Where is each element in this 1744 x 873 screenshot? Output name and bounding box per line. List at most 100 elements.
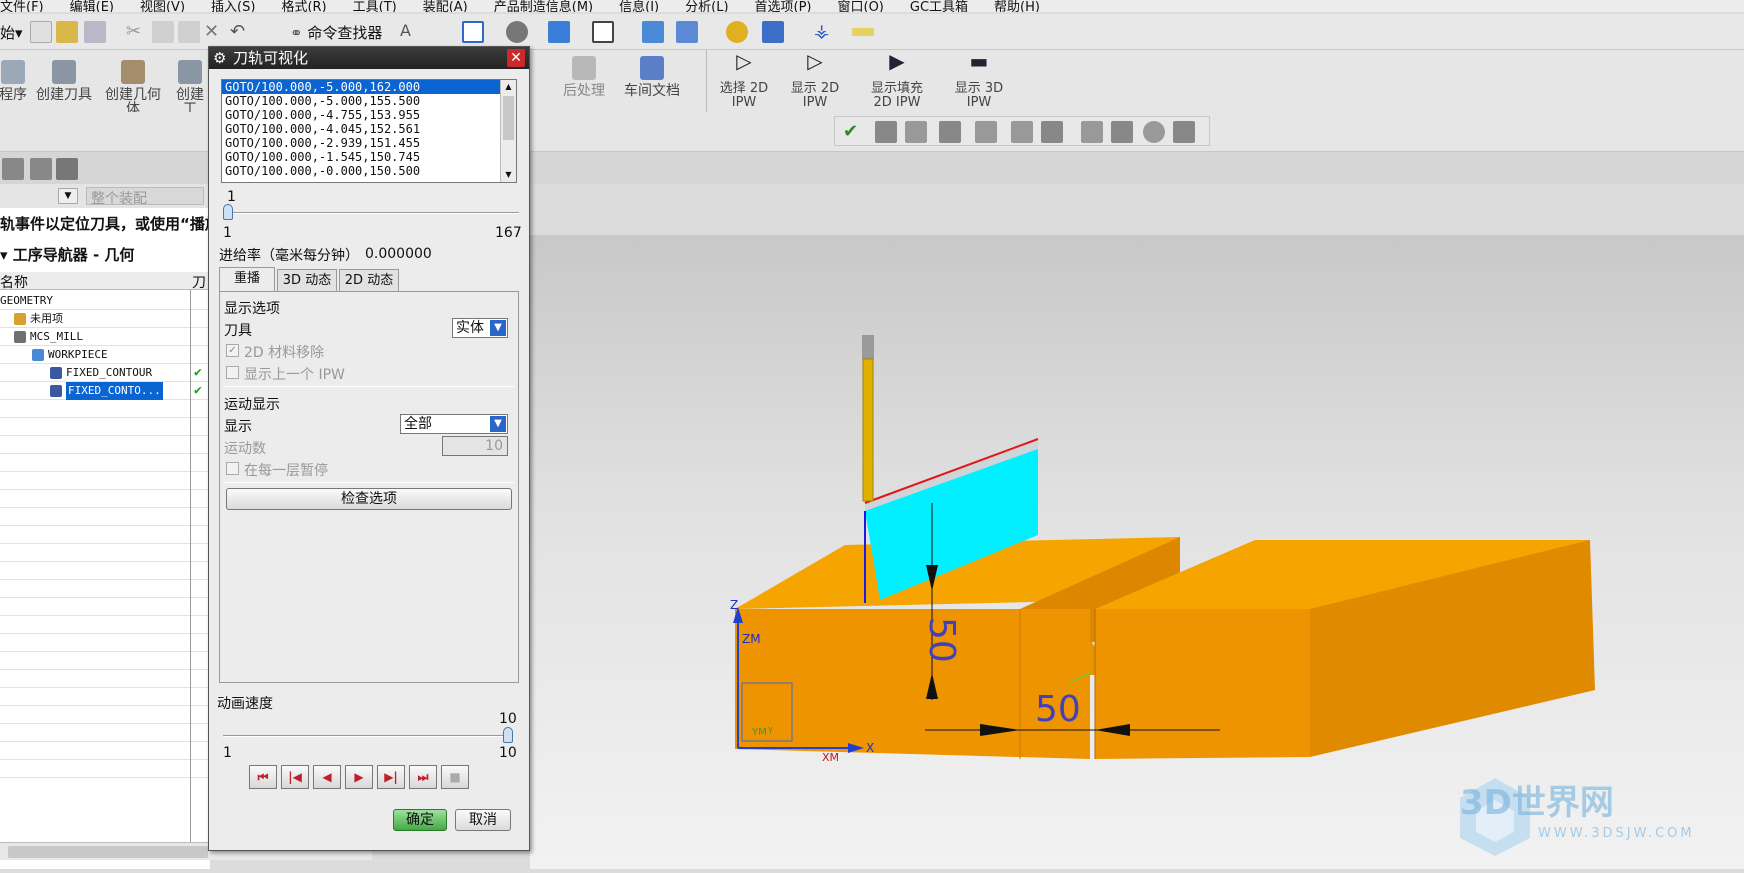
column-tool[interactable]: 刀 [192, 272, 206, 292]
motion-display-select[interactable]: 全部 ▼ [400, 414, 508, 434]
tree-row[interactable]: 未用项 [0, 310, 210, 328]
navigator-toggle-icon[interactable]: ▾ [0, 246, 13, 264]
pause-each-layer-checkbox[interactable] [226, 462, 239, 475]
command-finder-button[interactable]: ⚭ 命令查找器 [290, 22, 382, 43]
menu-item[interactable]: 产品制造信息(M) [494, 0, 593, 12]
chevron-down-icon[interactable]: ▼ [490, 416, 506, 432]
ribbon-create-op[interactable]: 创建工 [172, 60, 208, 116]
play-reverse-button[interactable]: ◀ [313, 765, 341, 789]
menu-item[interactable]: 窗口(O) [838, 0, 884, 12]
fast-forward-to-end-button[interactable]: ⏭ [409, 765, 437, 789]
tree-row[interactable] [0, 706, 210, 724]
goto-list-item[interactable]: GOTO/100.000,-5.000,155.500 [222, 94, 500, 108]
cut-icon[interactable]: ✂ [126, 21, 148, 43]
snap-icon[interactable] [762, 21, 784, 43]
replay-icon[interactable] [905, 121, 927, 143]
tools-icon[interactable] [1111, 121, 1133, 143]
menu-item[interactable]: GC工具箱 [910, 0, 968, 12]
show-previous-ipw-checkbox[interactable] [226, 366, 239, 379]
save-icon[interactable] [84, 21, 106, 43]
flag-icon[interactable] [975, 121, 997, 143]
rewind-to-start-button[interactable]: ⏮ [249, 765, 277, 789]
goto-list-item[interactable]: GOTO/100.000,-4.045,152.561 [222, 122, 500, 136]
filter-dropdown-arrow[interactable]: ▼ [58, 188, 78, 204]
selection-filter-icon[interactable] [726, 21, 748, 43]
tree-row[interactable] [0, 544, 210, 562]
menu-item[interactable]: 编辑(E) [70, 0, 114, 12]
ribbon-create-tool[interactable]: 创建刀具 [34, 60, 94, 102]
assembly-scope-select[interactable]: 整个装配 [86, 187, 204, 207]
tool-display-select[interactable]: 实体 ▼ [452, 318, 508, 338]
gear-icon[interactable]: ⚙ [213, 47, 226, 69]
tree-row[interactable] [0, 562, 210, 580]
fit-view-icon[interactable] [462, 21, 484, 43]
tree-row[interactable] [0, 616, 210, 634]
ruler-icon[interactable] [852, 28, 874, 36]
measure-icon[interactable]: ⚶ [814, 21, 836, 43]
listbox-scrollbar[interactable]: ▲ ▼ [500, 80, 516, 182]
scroll-down-icon[interactable]: ▼ [501, 168, 516, 182]
camera-icon[interactable] [506, 21, 528, 43]
goto-list-item[interactable]: GOTO/100.000,-0.000,150.500 [222, 164, 500, 178]
tree-row[interactable] [0, 418, 210, 436]
tree-row[interactable] [0, 526, 210, 544]
scroll-up-icon[interactable]: ▲ [501, 80, 516, 94]
column-name[interactable]: 名称 [0, 275, 28, 291]
material-removal-2d-checkbox[interactable]: ✓ [226, 344, 239, 357]
doc-icon[interactable] [1041, 121, 1063, 143]
list-icon[interactable] [939, 121, 961, 143]
goto-listbox[interactable]: GOTO/100.000,-5.000,162.000 GOTO/100.000,… [221, 79, 517, 183]
tree-row[interactable] [0, 580, 210, 598]
menu-item[interactable]: 首选项(P) [755, 0, 812, 12]
nav-grid-icon[interactable] [30, 158, 52, 180]
ribbon-program[interactable]: 程序 [0, 60, 28, 102]
tree-row[interactable] [0, 508, 210, 526]
tree-row[interactable] [0, 652, 210, 670]
goto-list-item[interactable]: GOTO/100.000,-2.939,151.455 [222, 136, 500, 150]
tree-row[interactable] [0, 688, 210, 706]
tree-row[interactable] [0, 598, 210, 616]
step-forward-button[interactable]: ▶| [377, 765, 405, 789]
motion-count-field[interactable]: 10 [442, 436, 508, 456]
check-options-button[interactable]: 检查选项 [226, 488, 512, 510]
position-slider-thumb[interactable] [223, 204, 233, 220]
menu-item[interactable]: 信息(I) [619, 0, 659, 12]
cancel-button[interactable]: 取消 [455, 809, 511, 831]
menu-item[interactable]: 帮助(H) [994, 0, 1040, 12]
goto-list-item[interactable]: GOTO/100.000,-4.755,153.955 [222, 108, 500, 122]
dim-horizontal-label[interactable]: 50 [1035, 689, 1081, 730]
comment-icon[interactable] [1011, 121, 1033, 143]
tab-replay[interactable]: 重播 [219, 267, 275, 292]
menu-item[interactable]: 格式(R) [281, 0, 326, 12]
tab-2d-dynamic[interactable]: 2D 动态 [339, 269, 399, 291]
new-file-icon[interactable] [30, 21, 52, 43]
tree-row[interactable]: MCS_MILL [0, 328, 210, 346]
ribbon-select-2d-ipw[interactable]: ▷ 选择 2D IPW [716, 51, 772, 110]
ribbon-shop-doc[interactable]: 车间文档 [620, 56, 684, 98]
background-icon[interactable] [592, 21, 614, 43]
dialog-titlebar[interactable]: ⚙ 刀轨可视化 ✕ [209, 47, 529, 69]
tree-row[interactable] [0, 760, 210, 778]
ok-button[interactable]: 确定 [393, 809, 447, 831]
paste-icon[interactable] [178, 21, 200, 43]
tree-row[interactable]: WORKPIECE [0, 346, 210, 364]
tree-row[interactable] [0, 490, 210, 508]
chevron-down-icon[interactable]: ▼ [490, 320, 506, 336]
model-view[interactable]: 50 50 Z ZM X XM YM Y [530, 235, 1744, 869]
goto-list-item[interactable]: GOTO/100.000,-5.000,162.000 [222, 80, 500, 94]
stack-icon[interactable] [1081, 121, 1103, 143]
more-icon[interactable] [1173, 121, 1195, 143]
stop-button[interactable]: ■ [441, 765, 469, 789]
menu-item[interactable]: 文件(F) [0, 0, 44, 12]
tab-3d-dynamic[interactable]: 3D 动态 [277, 269, 337, 291]
speed-slider-track[interactable] [223, 735, 513, 737]
clock-icon[interactable] [1143, 121, 1165, 143]
dim-vertical-label[interactable]: 50 [921, 617, 962, 663]
ribbon-postprocess[interactable]: 后处理 [556, 56, 612, 98]
menu-item[interactable]: 工具(T) [353, 0, 397, 12]
step-back-button[interactable]: |◀ [281, 765, 309, 789]
verify-icon[interactable]: ✔ [843, 121, 865, 143]
tree-row[interactable]: FIXED_CONTO... ✔ [0, 382, 210, 400]
tree-row[interactable] [0, 472, 210, 490]
tree-row[interactable] [0, 436, 210, 454]
